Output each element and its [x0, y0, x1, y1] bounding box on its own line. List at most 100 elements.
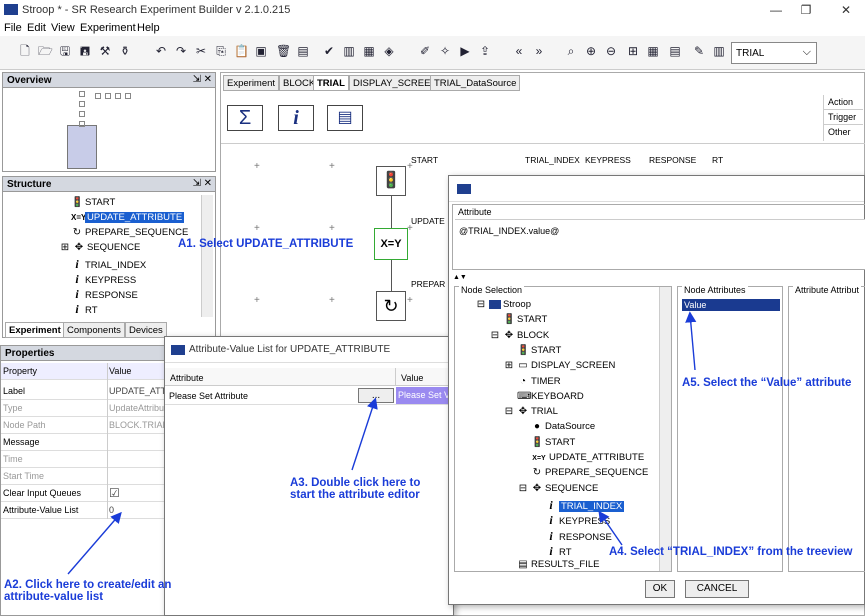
tab-trial[interactable]: TRIAL — [313, 75, 349, 91]
document-icon[interactable]: ▤ — [327, 105, 363, 131]
node-attr-value[interactable]: Value — [682, 299, 780, 311]
start-node[interactable]: 🚦 — [376, 166, 406, 196]
property-row-attribute-value-list[interactable]: Attribute-Value List 0 — [1, 502, 164, 519]
property-row[interactable]: Clear Input Queues ☑ — [1, 485, 164, 502]
build-icon[interactable]: ⚒ — [98, 44, 112, 58]
layout-icon[interactable]: ⊞ — [626, 44, 640, 58]
table-icon[interactable]: ▦ — [646, 44, 660, 58]
tree-node[interactable]: i RESPONSE — [531, 529, 611, 544]
tab-display-screen[interactable]: DISPLAY_SCREEN — [349, 75, 442, 91]
expand-icon[interactable]: ⊞ — [503, 360, 515, 371]
check-icon[interactable]: ✔ — [322, 44, 336, 58]
property-row[interactable]: Message — [1, 434, 164, 451]
report-icon[interactable]: ▥ — [712, 44, 726, 58]
export-icon[interactable]: ⇪ — [478, 44, 492, 58]
structure-item-update-attribute[interactable]: X=YUPDATE_ATTRIBUTE — [71, 212, 185, 223]
menu-edit[interactable]: Edit — [27, 22, 46, 34]
property-row[interactable]: Label UPDATE_ATTR — [1, 383, 173, 400]
structure-item-rt[interactable]: i RT — [71, 302, 97, 317]
new-icon[interactable]: 🗋 — [18, 44, 32, 58]
tree-node[interactable]: ⊟ ▭ Stroop — [475, 299, 531, 310]
tree-node[interactable]: ▤ RESULTS_FILE — [503, 559, 599, 570]
ok-button[interactable]: OK — [645, 580, 675, 598]
overview-viewport[interactable] — [67, 125, 97, 169]
tree-node[interactable]: 🚦 START — [489, 314, 547, 325]
tree-node[interactable]: ◔ TIMER — [503, 376, 561, 387]
link-icon[interactable]: ✐ — [418, 44, 432, 58]
close-icon[interactable]: ✕ — [204, 178, 212, 189]
tab-experiment[interactable]: Experiment — [5, 322, 65, 338]
tree-node[interactable]: ⊟ ✥ BLOCK — [489, 330, 549, 341]
update-attribute-node[interactable]: X=Y — [374, 228, 408, 260]
back-icon[interactable]: « — [512, 44, 526, 58]
save-icon[interactable]: 🖫 — [58, 44, 72, 58]
prepare-sequence-node[interactable]: ↻ — [376, 291, 406, 321]
tree-node[interactable]: i KEYPRESS — [531, 513, 610, 528]
wand-icon[interactable]: ✧ — [438, 44, 452, 58]
tree-node[interactable]: ● DataSource — [517, 421, 595, 432]
library-icon[interactable]: ▥ — [342, 44, 356, 58]
tree-node[interactable]: 🚦 START — [503, 345, 561, 356]
save-as-icon[interactable]: 🖪 — [78, 44, 92, 58]
attribute-editor-button[interactable]: ... — [358, 388, 394, 403]
expand-icon[interactable]: ⊞ — [59, 242, 71, 253]
side-tab-trigger[interactable]: Trigger — [824, 110, 863, 125]
tree-node[interactable]: i RT — [531, 544, 571, 559]
open-icon[interactable]: 🗁 — [38, 44, 53, 58]
forward-icon[interactable]: » — [532, 44, 546, 58]
info-icon[interactable]: i — [278, 105, 314, 131]
tree-node[interactable]: i TRIAL_INDEX — [531, 498, 625, 513]
tree-scrollbar[interactable] — [659, 287, 671, 571]
sheet-icon[interactable]: ▤ — [668, 44, 682, 58]
clear-icon[interactable]: ▤ — [296, 44, 310, 58]
menu-view[interactable]: View — [51, 22, 75, 34]
dock-icon[interactable]: ⇲ — [193, 74, 201, 85]
tree-node[interactable]: X=Y UPDATE_ATTRIBUTE — [517, 452, 644, 463]
dock-icon[interactable]: ⇲ — [193, 178, 201, 189]
tab-trial-datasource[interactable]: TRIAL_DataSource — [430, 75, 521, 91]
structure-item-sequence[interactable]: ⊞ ✥ SEQUENCE — [59, 242, 141, 253]
expand-icon[interactable]: ⊟ — [489, 330, 501, 341]
side-tab-other[interactable]: Other — [824, 125, 863, 139]
trial-combo[interactable]: TRIAL ⌵ — [731, 42, 817, 64]
search-icon[interactable]: ⌕ — [564, 44, 578, 58]
sum-icon[interactable]: Σ — [227, 105, 263, 131]
cancel-button[interactable]: CANCEL — [685, 580, 749, 598]
av-row[interactable]: Please Set Attribute ... Please Set V — [165, 387, 455, 405]
menu-help[interactable]: Help — [137, 22, 160, 34]
structure-item-start[interactable]: 🚦 START — [71, 197, 115, 208]
undo-icon[interactable]: ↶ — [154, 44, 168, 58]
tree-node[interactable]: ⊟ ✥ TRIAL — [503, 406, 558, 417]
clipboard-icon[interactable]: ▣ — [254, 44, 268, 58]
delete-icon[interactable]: 🗑 — [276, 44, 291, 58]
structure-item-response[interactable]: i RESPONSE — [71, 287, 137, 302]
run-icon[interactable]: ▶ — [458, 44, 472, 58]
zoom-in-icon[interactable]: ⊕ — [584, 44, 598, 58]
checkbox[interactable]: ☑ — [109, 486, 120, 500]
structure-item-keypress[interactable]: i KEYPRESS — [71, 272, 136, 287]
redo-icon[interactable]: ↷ — [174, 44, 188, 58]
close-button[interactable]: ✕ — [834, 1, 858, 19]
copy-icon[interactable]: ⎘ — [214, 44, 228, 58]
structure-scrollbar[interactable] — [201, 195, 213, 317]
tree-node[interactable]: ⌨KEYBOARD — [503, 391, 584, 402]
paste-icon[interactable]: 📋 — [234, 44, 249, 58]
package-icon[interactable]: ⚱ — [118, 44, 132, 58]
tree-node[interactable]: ⊞ ▭ DISPLAY_SCREEN — [503, 360, 616, 371]
tree-node[interactable]: ⊟ ✥ SEQUENCE — [517, 483, 599, 494]
minimize-button[interactable]: — — [764, 1, 788, 19]
splitter-icon[interactable]: ▲▼ — [453, 274, 467, 281]
expand-icon[interactable]: ⊟ — [517, 483, 529, 494]
structure-item-trial-index[interactable]: i TRIAL_INDEX — [71, 257, 146, 272]
tab-components[interactable]: Components — [63, 322, 125, 338]
tree-node[interactable]: 🚦 START — [517, 437, 575, 448]
zoom-out-icon[interactable]: ⊖ — [604, 44, 618, 58]
av-row-value[interactable]: Please Set V — [396, 387, 455, 404]
menu-file[interactable]: File — [4, 22, 22, 34]
close-icon[interactable]: ✕ — [204, 74, 212, 85]
note-icon[interactable]: ✎ — [692, 44, 706, 58]
tab-devices[interactable]: Devices — [125, 322, 167, 338]
expand-icon[interactable]: ⊟ — [475, 299, 487, 310]
expand-icon[interactable]: ⊟ — [503, 406, 515, 417]
cut-icon[interactable]: ✂ — [194, 44, 208, 58]
